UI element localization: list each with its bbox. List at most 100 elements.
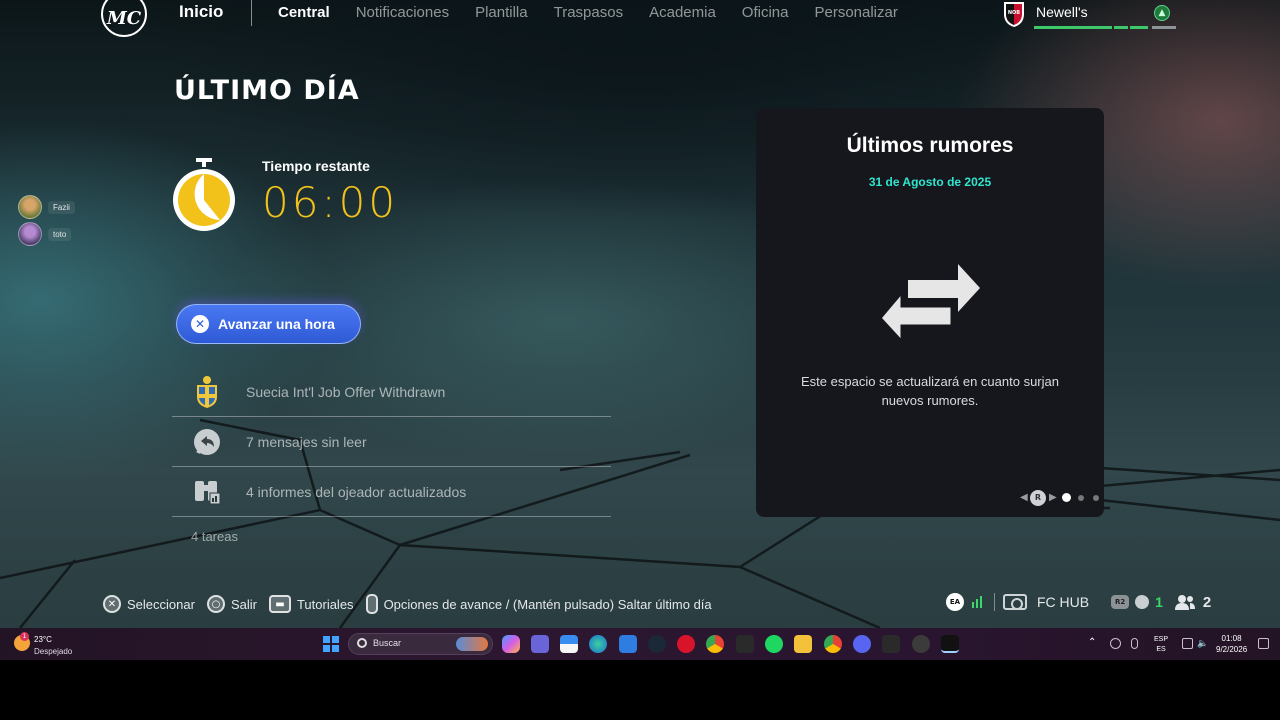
club-status[interactable]: NOB Newell's ▲ xyxy=(1002,0,1182,34)
friend-name: Fazii xyxy=(48,200,75,214)
friends-list: Fazii toto xyxy=(18,195,75,250)
speaker-icon[interactable]: 🔈 xyxy=(1197,638,1208,648)
nav-divider xyxy=(251,0,252,26)
discord-icon[interactable] xyxy=(853,635,871,653)
game-controller-icon[interactable] xyxy=(912,635,930,653)
tab-plantilla[interactable]: Plantilla xyxy=(475,4,528,21)
file-explorer-icon[interactable] xyxy=(794,635,812,653)
steam-icon[interactable] xyxy=(648,635,666,653)
chrome-profile-icon[interactable] xyxy=(824,635,842,653)
options-button-icon xyxy=(365,594,378,614)
clock-time: 01:08 xyxy=(1221,634,1242,643)
pager-dot[interactable] xyxy=(1078,495,1084,501)
epic-games-icon[interactable] xyxy=(736,635,754,653)
tab-traspasos[interactable]: Traspasos xyxy=(554,4,623,21)
friends-count: 2 xyxy=(1202,593,1212,611)
chrome-icon[interactable] xyxy=(706,635,724,653)
mail-icon[interactable] xyxy=(619,635,637,653)
list-item[interactable]: 4 informes del ojeador actualizados xyxy=(172,467,611,517)
club-progress-bar xyxy=(1034,26,1112,29)
avatar xyxy=(18,222,42,246)
windows-taskbar: 1 23°C Despejado Buscar ⌃ ESP ES 🔈 01:08… xyxy=(0,628,1280,660)
tab-notificaciones[interactable]: Notificaciones xyxy=(356,4,449,21)
friend-item[interactable]: Fazii xyxy=(18,195,75,219)
club-morale-up-icon: ▲ xyxy=(1154,5,1170,21)
taskbar-search[interactable]: Buscar xyxy=(348,633,493,655)
search-highlight-image xyxy=(456,637,488,651)
r2-button-icon: R2 xyxy=(1111,595,1130,609)
select-hint[interactable]: ✕ Seleccionar xyxy=(103,595,195,613)
language-top: ESP xyxy=(1154,636,1169,643)
notifications-icon[interactable] xyxy=(1258,638,1269,649)
touchpad-icon: ▬ xyxy=(268,595,291,613)
time-remaining-label: Tiempo restante xyxy=(262,158,370,174)
svg-text:NOB: NOB xyxy=(1008,10,1020,16)
microphone-icon[interactable] xyxy=(1131,638,1138,649)
clock-date: 9/2/2026 xyxy=(1216,645,1248,654)
page-title: ÚLTIMO DÍA xyxy=(174,75,360,106)
game-screen: MC Inicio Central Notificaciones Plantil… xyxy=(0,0,1280,628)
club-progress-bar xyxy=(1114,26,1128,29)
r-button-icon[interactable]: R xyxy=(1030,490,1046,506)
time-remaining-value: 06:00 xyxy=(262,178,399,227)
tab-personalizar[interactable]: Personalizar xyxy=(814,4,897,21)
list-item[interactable]: Suecia Int'l Job Offer Withdrawn xyxy=(172,367,611,417)
edge-icon[interactable] xyxy=(589,635,607,653)
epic-games-icon[interactable] xyxy=(882,635,900,653)
opera-icon[interactable] xyxy=(677,635,695,653)
chevron-left-icon[interactable]: ◀ xyxy=(1020,492,1028,503)
teams-icon[interactable] xyxy=(531,635,549,653)
nav-home[interactable]: Inicio xyxy=(179,2,223,22)
search-icon xyxy=(357,638,367,648)
monitor-icon[interactable] xyxy=(1182,638,1193,649)
chevron-right-icon[interactable]: ▶ xyxy=(1049,492,1057,503)
exit-hint-label: Salir xyxy=(230,596,257,612)
advance-hour-label: Avanzar una hora xyxy=(218,316,335,332)
advance-hour-button[interactable]: ✕ Avanzar una hora xyxy=(176,304,361,344)
online-count: 1 xyxy=(1155,594,1163,610)
fc-hub-label[interactable]: FC HUB xyxy=(1037,594,1089,610)
rumors-title: Últimos rumores xyxy=(846,134,1014,157)
language-bottom: ES xyxy=(1156,646,1166,653)
options-hint[interactable]: Opciones de avance / (Mantén pulsado) Sa… xyxy=(365,594,712,614)
tasks-count: 4 tareas xyxy=(191,529,238,544)
ea-logo-icon: EA xyxy=(946,593,964,611)
tab-oficina[interactable]: Oficina xyxy=(742,4,789,21)
stopwatch-icon xyxy=(173,158,235,231)
rumors-date: 31 de Agosto de 2025 xyxy=(868,175,992,189)
nav-tabs: Central Notificaciones Plantilla Traspas… xyxy=(278,4,924,21)
club-name: Newell's xyxy=(1036,4,1088,20)
avatar xyxy=(18,195,42,219)
list-item[interactable]: 7 mensajes sin leer xyxy=(172,417,611,467)
cloud-icon[interactable] xyxy=(1110,638,1121,649)
status-divider xyxy=(994,593,995,611)
friends-icon[interactable] xyxy=(1174,594,1195,610)
voice-icon xyxy=(1135,595,1150,609)
task-text: 4 informes del ojeador actualizados xyxy=(246,483,467,500)
sweden-crest-icon xyxy=(197,375,217,408)
camera-icon[interactable] xyxy=(1003,594,1027,610)
pager-dot[interactable] xyxy=(1093,495,1099,501)
tab-academia[interactable]: Academia xyxy=(649,4,716,21)
spotify-icon[interactable] xyxy=(765,635,783,653)
weather-widget[interactable]: 1 23°C Despejado xyxy=(12,632,92,658)
friend-item[interactable]: toto xyxy=(18,222,75,246)
windows-start-icon[interactable] xyxy=(323,636,339,652)
tray-chevron-up-icon[interactable]: ⌃ xyxy=(1088,638,1096,648)
tab-central[interactable]: Central xyxy=(278,4,330,21)
pager-dot[interactable] xyxy=(1062,493,1071,502)
weather-temp: 23°C xyxy=(34,635,52,644)
taskbar-clock[interactable]: 01:08 9/2/2026 xyxy=(1216,633,1247,655)
exit-hint[interactable]: ○ Salir xyxy=(206,595,257,613)
store-icon[interactable] xyxy=(560,635,578,653)
copilot-icon[interactable] xyxy=(502,635,520,653)
task-list: Suecia Int'l Job Offer Withdrawn 7 mensa… xyxy=(172,367,611,517)
fc-game-icon[interactable] xyxy=(941,635,959,653)
language-indicator[interactable]: ESP ES xyxy=(1154,635,1168,655)
search-placeholder: Buscar xyxy=(373,638,402,648)
circle-button-icon: ○ xyxy=(206,595,225,613)
tutorials-hint[interactable]: ▬ Tutoriales xyxy=(268,595,354,613)
cross-button-icon: ✕ xyxy=(103,595,121,613)
binoculars-icon xyxy=(195,480,221,504)
signal-icon xyxy=(972,596,982,608)
